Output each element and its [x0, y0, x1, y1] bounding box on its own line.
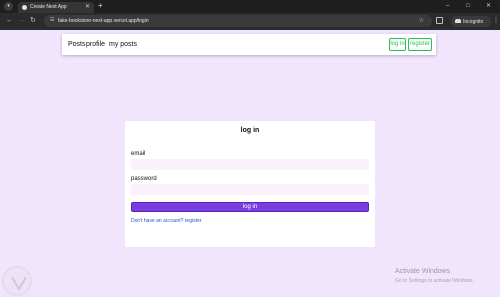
- nav-link-my-posts[interactable]: my posts: [109, 41, 137, 48]
- url-text[interactable]: fake-bookstore-next-app.vercel.app/login: [58, 18, 149, 24]
- tab-title: Create Next App: [30, 4, 67, 10]
- incognito-badge[interactable]: Incognito: [451, 16, 491, 27]
- password-label: password: [131, 176, 157, 182]
- nav-link-profile[interactable]: profile: [86, 41, 105, 48]
- register-link[interactable]: Don't have an account? register: [131, 218, 201, 224]
- window-close-icon[interactable]: ✕: [486, 1, 491, 11]
- close-icon[interactable]: ✕: [85, 3, 90, 10]
- activate-windows-title: Activate Windows: [395, 268, 451, 275]
- tab-search-icon[interactable]: ▾: [4, 2, 13, 11]
- reload-icon[interactable]: ↻: [30, 16, 36, 26]
- email-field[interactable]: [131, 159, 369, 170]
- browser-tab-bar: ▾ Create Next App ✕ + – □ ✕: [0, 0, 500, 13]
- back-arrow-icon[interactable]: ←: [6, 16, 13, 26]
- maximize-icon[interactable]: □: [466, 1, 470, 11]
- favicon-icon: [22, 5, 27, 10]
- email-label: email: [131, 151, 146, 157]
- password-field[interactable]: [131, 184, 369, 195]
- site-info-icon[interactable]: ☰: [50, 17, 54, 23]
- app-navbar: Posts profile my posts log in register: [62, 34, 436, 55]
- star-icon[interactable]: ☆: [419, 17, 424, 24]
- login-card: log in email password log in Don't have …: [125, 121, 375, 247]
- incognito-label: Incognito: [463, 18, 484, 25]
- kebab-menu-icon[interactable]: ⋮: [493, 17, 499, 24]
- browser-tab[interactable]: Create Next App ✕: [18, 2, 94, 13]
- forward-arrow-icon[interactable]: →: [18, 16, 25, 26]
- nav-link-posts[interactable]: Posts: [68, 41, 86, 48]
- url-bar[interactable]: ☰ fake-bookstore-next-app.vercel.app/log…: [44, 15, 432, 27]
- login-submit-button[interactable]: log in: [131, 202, 369, 212]
- incognito-icon: [455, 19, 461, 23]
- plus-icon[interactable]: +: [98, 1, 103, 11]
- activate-windows-subtitle: Go to Settings to activate Windows.: [395, 278, 474, 284]
- watermark-logo-icon: [2, 266, 32, 296]
- login-button[interactable]: log in: [389, 38, 406, 51]
- address-toolbar: ← → ↻ ☰ fake-bookstore-next-app.vercel.a…: [0, 13, 500, 30]
- minimize-icon[interactable]: –: [446, 1, 449, 11]
- register-button[interactable]: register: [408, 38, 432, 51]
- login-title: log in: [240, 127, 260, 134]
- extensions-icon[interactable]: [436, 17, 443, 24]
